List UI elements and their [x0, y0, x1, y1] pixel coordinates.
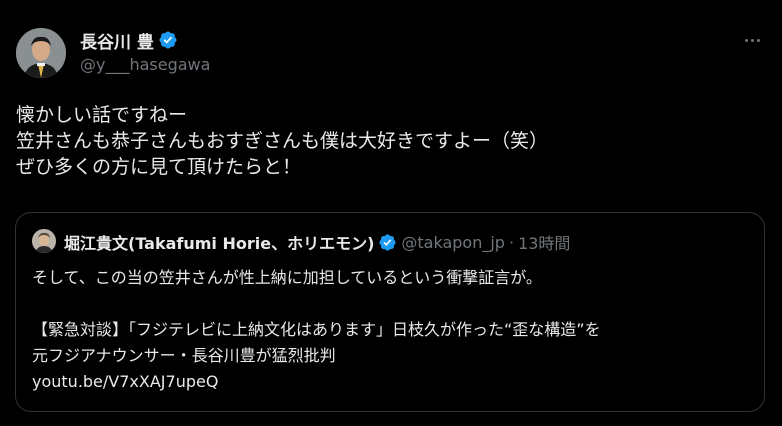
- more-options-icon[interactable]: [740, 32, 764, 48]
- verified-badge-icon: [159, 31, 177, 49]
- quoted-timestamp[interactable]: 13時間: [518, 230, 570, 254]
- author-display-name[interactable]: 長谷川 豊: [80, 28, 154, 53]
- author-handle[interactable]: @y___hasegawa: [80, 55, 210, 74]
- tweet-body-line: ぜひ多くの方に見て頂けたらと！: [16, 156, 302, 178]
- tweet-card: 長谷川 豊 @y___hasegawa 懐かしい話ですねー 笠井さんも恭子さんも…: [0, 0, 782, 426]
- quoted-handle[interactable]: @takapon_jp: [401, 233, 505, 252]
- separator-dot: ·: [508, 232, 515, 252]
- quoted-author-row: 堀江貴文(Takafumi Horie、ホリエモン) @takapon_jp ·…: [64, 230, 570, 254]
- quoted-text-line: 元フジアナウンサー・長谷川豊が猛烈批判: [32, 346, 336, 365]
- tweet-body-line: 笠井さんも恭子さんもおすぎさんも僕は大好きですよー（笑）: [16, 130, 549, 152]
- tweet-body-line: 懐かしい話ですねー: [16, 104, 188, 126]
- author-block: 長谷川 豊 @y___hasegawa: [80, 28, 210, 74]
- verified-badge-icon: [379, 233, 397, 251]
- quoted-author-avatar[interactable]: [32, 229, 56, 253]
- quoted-text-line: そして、この当の笠井さんが性上納に加担しているという衝撃証言が。: [32, 268, 542, 287]
- quoted-text-line: 【緊急対談】「フジテレビに上納文化はあります」日枝久が作った“歪な構造”を: [32, 320, 601, 339]
- author-avatar[interactable]: [16, 28, 66, 78]
- quoted-tweet[interactable]: 堀江貴文(Takafumi Horie、ホリエモン) @takapon_jp ·…: [15, 212, 765, 412]
- quoted-text-line: [32, 291, 752, 317]
- quoted-tweet-text: そして、この当の笠井さんが性上納に加担しているという衝撃証言が。 【緊急対談】「…: [32, 265, 752, 395]
- quoted-display-name[interactable]: 堀江貴文(Takafumi Horie、ホリエモン): [64, 230, 374, 254]
- quoted-link[interactable]: youtu.be/V7xXAJ7upeQ: [32, 369, 752, 395]
- tweet-body-text: 懐かしい話ですねー 笠井さんも恭子さんもおすぎさんも僕は大好きですよー（笑） ぜ…: [16, 102, 766, 180]
